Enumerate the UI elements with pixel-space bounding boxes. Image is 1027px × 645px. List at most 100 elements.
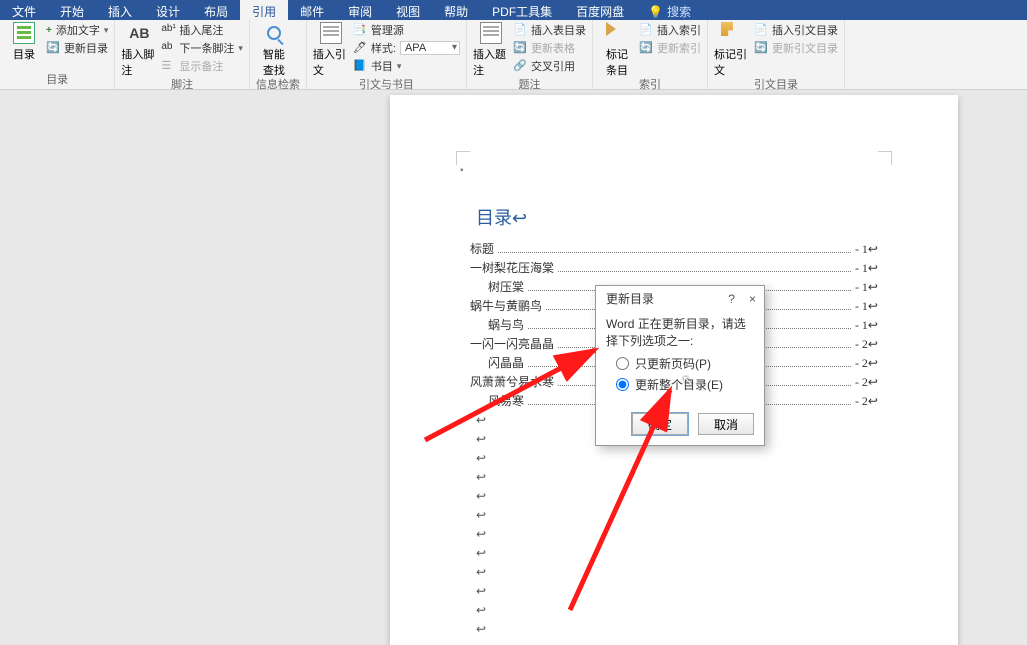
group-toc: 目录 + 添加文字▾ 🔄 更新目录 目录 — [0, 20, 115, 89]
tab-view[interactable]: 视图 — [384, 0, 432, 20]
dialog-cancel-button[interactable]: 取消 — [698, 413, 754, 435]
tab-search[interactable]: 💡 搜索 — [636, 0, 703, 20]
insert-fig-table-button[interactable]: 📄 插入表目录 — [513, 22, 586, 38]
update-toa-button[interactable]: 🔄 更新引文目录 — [754, 40, 838, 56]
group-toc-label: 目录 — [6, 71, 108, 89]
toc-entry-page: - 2↩ — [855, 337, 878, 352]
citation-style-value[interactable]: APA — [400, 41, 460, 55]
update-toc-button[interactable]: 🔄 更新目录 — [46, 40, 108, 56]
insert-caption-button[interactable]: 插入题注 — [473, 22, 509, 78]
manage-sources-button[interactable]: 📑 管理源 — [353, 22, 460, 38]
insert-toa-icon: 📄 — [754, 23, 768, 37]
next-footnote-button[interactable]: ab 下一条脚注▾ — [161, 40, 243, 56]
manage-sources-label: 管理源 — [371, 22, 404, 38]
mark-entry-label: 标记 条目 — [606, 46, 628, 78]
smart-lookup-button[interactable]: 智能 查找 — [256, 22, 292, 78]
toc-entry[interactable]: 一树梨花压海棠- 1↩ — [470, 259, 878, 276]
tab-mail[interactable]: 邮件 — [288, 0, 336, 20]
insert-index-label: 插入索引 — [657, 22, 701, 38]
paragraph-mark: ↩ — [476, 603, 878, 618]
update-icon: 🔄 — [46, 41, 60, 55]
paragraph-mark: ↩ — [476, 508, 878, 523]
update-index-button[interactable]: 🔄 更新索引 — [639, 40, 701, 56]
bibliography-button[interactable]: 📘 书目▾ — [353, 58, 460, 74]
toc-entry-page: - 1↩ — [855, 299, 878, 314]
paragraph-mark: ↩ — [476, 451, 878, 466]
update-toa-icon: 🔄 — [754, 41, 768, 55]
tab-design[interactable]: 设计 — [144, 0, 192, 20]
update-table-icon: 🔄 — [513, 41, 527, 55]
mark-citation-button[interactable]: 标记引文 — [714, 22, 750, 78]
mark-entry-button[interactable]: 标记 条目 — [599, 22, 635, 78]
next-footnote-label: 下一条脚注 — [179, 40, 234, 56]
tag-icon — [606, 22, 628, 44]
toc-entry-text: 一闪一闪亮晶晶 — [470, 335, 554, 352]
dialog-title: 更新目录 — [606, 290, 654, 307]
paragraph-mark: ↩ — [476, 470, 878, 485]
bibliography-label: 书目 — [371, 58, 393, 74]
ribbon: 目录 + 添加文字▾ 🔄 更新目录 目录 AB 插入脚注 — [0, 20, 1027, 90]
update-index-icon: 🔄 — [639, 41, 653, 55]
plus-icon: + — [46, 25, 52, 36]
tab-home[interactable]: 开始 — [48, 0, 96, 20]
tab-insert[interactable]: 插入 — [96, 0, 144, 20]
toc-leader — [558, 271, 851, 272]
tab-layout[interactable]: 布局 — [192, 0, 240, 20]
margin-corner-tr — [878, 151, 892, 165]
dialog-titlebar[interactable]: 更新目录 ? × — [596, 286, 764, 311]
insert-endnote-label: 插入尾注 — [179, 22, 223, 38]
tab-help[interactable]: 帮助 — [432, 0, 480, 20]
manage-sources-icon: 📑 — [353, 23, 367, 37]
group-index: 标记 条目 📄 插入索引 🔄 更新索引 索引 — [593, 20, 708, 89]
mark-citation-label: 标记引文 — [714, 46, 750, 78]
toc-entry-text: 蜗牛与黄鹂鸟 — [470, 297, 542, 314]
footnote-icon: AB — [128, 22, 150, 44]
tab-references[interactable]: 引用 — [240, 0, 288, 20]
next-footnote-icon: ab — [161, 41, 175, 55]
radio-update-entire-input[interactable] — [616, 378, 629, 391]
tab-review[interactable]: 审阅 — [336, 0, 384, 20]
citation-style-select[interactable]: 🖊 样式: APA — [353, 40, 460, 56]
crossref-icon: 🔗 — [513, 59, 527, 73]
insert-index-button[interactable]: 📄 插入索引 — [639, 22, 701, 38]
insert-footnote-button[interactable]: AB 插入脚注 — [121, 22, 157, 78]
update-table-button[interactable]: 🔄 更新表格 — [513, 40, 586, 56]
dialog-close-button[interactable]: × — [749, 292, 756, 306]
citation-icon — [320, 22, 342, 44]
paragraph-mark: ↩ — [476, 527, 878, 542]
smart-lookup-label: 智能 查找 — [263, 46, 285, 78]
radio-update-pages[interactable]: 只更新页码(P) — [616, 355, 754, 372]
toc-button-label: 目录 — [13, 46, 35, 62]
insert-citation-button[interactable]: 插入引文 — [313, 22, 349, 78]
add-text-button[interactable]: + 添加文字▾ — [46, 22, 108, 38]
tab-pdf[interactable]: PDF工具集 — [480, 0, 564, 20]
toc-button[interactable]: 目录 — [6, 22, 42, 62]
caption-icon — [480, 22, 502, 44]
toc-entry-text: 树压棠 — [488, 278, 524, 295]
show-notes-button[interactable]: ☰ 显示备注 — [161, 58, 243, 74]
radio-update-pages-input[interactable] — [616, 357, 629, 370]
toc-entry-page: - 1↩ — [855, 318, 878, 333]
dialog-ok-button[interactable]: 确定 — [632, 413, 688, 435]
dialog-help-button[interactable]: ? — [728, 292, 735, 306]
update-toc-label: 更新目录 — [64, 40, 108, 56]
add-text-label: 添加文字 — [56, 22, 100, 38]
toc-entry-text: 蜗与鸟 — [488, 316, 524, 333]
cross-reference-button[interactable]: 🔗 交叉引用 — [513, 58, 586, 74]
toc-entry-page: - 2↩ — [855, 375, 878, 390]
group-citations: 插入引文 📑 管理源 🖊 样式: APA 📘 书目▾ 引文与书目 — [307, 20, 467, 89]
group-captions: 插入题注 📄 插入表目录 🔄 更新表格 🔗 交叉引用 题注 — [467, 20, 593, 89]
toc-entry-page: - 1↩ — [855, 242, 878, 257]
radio-update-entire[interactable]: 更新整个目录(E) — [616, 376, 754, 393]
bibliography-icon: 📘 — [353, 59, 367, 73]
toc-entry[interactable]: 标题- 1↩ — [470, 240, 878, 257]
tab-baidu[interactable]: 百度网盘 — [564, 0, 636, 20]
ribbon-tabs: 文件 开始 插入 设计 布局 引用 邮件 审阅 视图 帮助 PDF工具集 百度网… — [0, 0, 1027, 20]
insert-endnote-button[interactable]: ab¹ 插入尾注 — [161, 22, 243, 38]
margin-corner-tl — [456, 151, 470, 165]
insert-toa-button[interactable]: 📄 插入引文目录 — [754, 22, 838, 38]
tab-file[interactable]: 文件 — [0, 0, 48, 20]
update-table-label: 更新表格 — [531, 40, 575, 56]
toc-heading: 目录↩ — [476, 204, 878, 230]
toc-leader — [498, 252, 851, 253]
